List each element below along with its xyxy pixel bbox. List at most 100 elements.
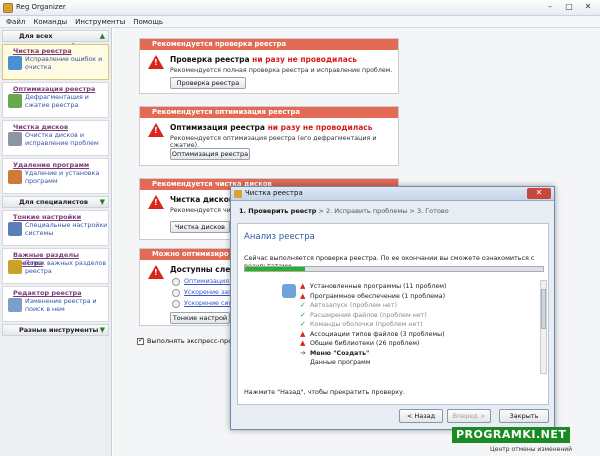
scan-log-item: Данные программ [300, 358, 536, 368]
undo-center-status[interactable]: Центр отмены изменений [490, 446, 572, 453]
card-header: Рекомендуется проверка реестра [140, 39, 398, 50]
sidebar-item-desc: Изменение реестра и поиск в нем [25, 298, 97, 313]
check-icon: ✓ [300, 301, 306, 309]
scan-progress-fill [245, 267, 305, 271]
group-misc-tools[interactable]: Разные инструменты ▼ [2, 324, 109, 336]
menu-commands[interactable]: Команды [33, 16, 67, 27]
blank-icon [300, 359, 307, 366]
window-title: Reg Organizer [16, 3, 66, 11]
card-title-text: Чистка дисков [170, 195, 237, 204]
registry-optimization-button[interactable]: Оптимизация реестра [170, 148, 250, 160]
registry-icon [8, 56, 22, 70]
group-misc-tools-label: Разные инструменты [19, 326, 99, 334]
warning-icon: ! [148, 195, 164, 209]
log-scrollbar[interactable] [540, 280, 547, 374]
back-button[interactable]: < Назад [399, 409, 443, 423]
card-title-red: ни разу не проводилась [252, 55, 358, 64]
sidebar-item-title: Удаление программ [13, 161, 90, 169]
warning-icon: ▲ [300, 339, 306, 347]
dialog-hint: Нажмите "Назад", чтобы прекратить провер… [244, 388, 405, 396]
group-specialists-label: Для специалистов [19, 198, 89, 206]
scan-log-text: Автозапуск (проблем нет) [310, 302, 397, 309]
menu-file[interactable]: Файл [6, 16, 25, 27]
minimize-icon[interactable]: – [542, 2, 558, 13]
warning-icon: ! [148, 265, 164, 279]
sidebar-item-desc: Удаление и установка программ [25, 170, 100, 185]
scan-log-text: Команды оболочки (проблем нет) [310, 321, 423, 328]
check-icon: ✓ [300, 320, 306, 328]
speedup-icon [172, 289, 180, 297]
sidebar-item-uninstall[interactable]: Удаление программ Удаление и установка п… [2, 158, 109, 194]
maximize-icon[interactable]: □ [561, 2, 577, 13]
next-button[interactable]: Вперед > [447, 409, 491, 423]
scan-log-item: ▲ Программное обеспечение (1 проблема) [300, 292, 536, 302]
sidebar-item-title: Редактор реестра [13, 289, 82, 297]
arrow-right-icon: ➔ [300, 348, 306, 357]
sidebar-item-desc: Дефрагментация и сжатие реестра [25, 94, 89, 109]
close-button[interactable]: Закрыть [499, 409, 549, 423]
scan-log-item: ✓ Расширения файлов (проблем нет) [300, 311, 536, 321]
optimize-icon [172, 278, 180, 286]
sidebar-item-registry-optimization[interactable]: Оптимизация реестра Дефрагментация и сжа… [2, 82, 109, 118]
dialog-close-icon[interactable]: ✕ [527, 188, 551, 199]
sidebar-item-title: Тонкие настройки [13, 213, 82, 221]
chevron-down-icon: ▼ [99, 326, 105, 334]
scan-log-text: Установленные программы (11 проблем) [310, 283, 447, 290]
card-title-text: Оптимизация реестра [170, 123, 268, 132]
window-controls: – □ ✕ [542, 2, 596, 13]
uninstall-icon [8, 170, 22, 184]
group-all-users[interactable]: Для всех пользователей ▲ [2, 30, 109, 50]
tweaks-button[interactable]: Тонкие настрой [170, 312, 230, 324]
sidebar-item-important-keys[interactable]: Важные разделы реестра Поиск важных разд… [2, 248, 109, 284]
sidebar-item-tweaks[interactable]: Тонкие настройки Специальные настройки с… [2, 210, 109, 246]
disk-cleanup-button[interactable]: Чистка дисков [170, 221, 230, 233]
scan-log-text: Ассоциации типов файлов (3 проблемы) [310, 330, 445, 338]
card-desc: Рекомендуется чист [170, 207, 238, 214]
menu-help[interactable]: Помощь [133, 16, 163, 27]
remaining-steps: > 2. Исправить проблемы > 3. Готово [316, 207, 449, 215]
sidebar-item-title: Чистка дисков [13, 123, 69, 131]
card-desc: Рекомендуется полная проверка реестра и … [170, 67, 393, 74]
scrollbar-thumb[interactable] [541, 289, 546, 329]
scan-log-item: ✓ Команды оболочки (проблем нет) [300, 320, 536, 330]
express-check-checkbox[interactable] [137, 336, 144, 345]
warning-icon: ▲ [300, 329, 306, 338]
sidebar-item-title: Оптимизация реестра [13, 85, 96, 93]
scan-log-text: Данные программ [310, 359, 371, 366]
sidebar-item-disk-cleanup[interactable]: Чистка дисков Очистка дисков и исправлен… [2, 120, 109, 156]
sidebar-item-registry-cleanup[interactable]: Чистка реестра Исправление ошибок и очис… [2, 44, 109, 80]
scan-log-item: ▲ Общие библиотеки (26 проблем) [300, 339, 536, 349]
tweak-link-3[interactable]: Ускорение сист [184, 300, 236, 307]
close-icon[interactable]: ✕ [580, 2, 596, 13]
disk-icon [8, 132, 22, 146]
tweak-link-2[interactable]: Ускорение загр [184, 289, 235, 296]
card-title-red: ни разу не проводилась [267, 123, 373, 132]
dialog-title: Чистка реестра [245, 189, 303, 197]
scan-log-item: ✓ Автозапуск (проблем нет) [300, 301, 536, 311]
express-check-option[interactable]: Выполнять экспресс-провер [137, 336, 244, 345]
registry-check-button[interactable]: Проверка реестра [170, 77, 246, 89]
card-registry-check: Рекомендуется проверка реестра ! Проверк… [139, 38, 399, 94]
sidebar: Для всех пользователей ▲ Чистка реестра … [0, 28, 112, 456]
dialog-content-panel: Анализ реестра Сейчас выполняется провер… [237, 223, 549, 405]
card-title-text: Проверка реестра [170, 55, 253, 64]
group-specialists[interactable]: Для специалистов ▼ [2, 196, 109, 208]
scan-log: ▲ Установленные программы (11 проблем) ▲ Пр… [300, 282, 536, 372]
scan-log-text: Программное обеспечение (1 проблема) [310, 292, 446, 300]
tweak-link-1[interactable]: Оптимизация И [184, 278, 236, 285]
warning-icon: ▲ [300, 291, 306, 300]
dialog-heading: Анализ реестра [244, 232, 315, 242]
tweaks-icon [8, 222, 22, 236]
scan-log-text: Общие библиотеки (26 проблем) [310, 340, 420, 347]
scan-log-text: Меню "Создать" [310, 349, 370, 357]
defrag-icon [8, 94, 22, 108]
sidebar-item-desc: Поиск важных разделов реестра [25, 260, 107, 275]
sidebar-item-registry-editor[interactable]: Редактор реестра Изменение реестра и пои… [2, 286, 109, 322]
card-title: Проверка реестра ни разу не проводилась [170, 55, 357, 64]
chevron-up-icon: ▲ [99, 32, 105, 40]
wizard-steps: 1. Проверить реестр > 2. Исправить пробл… [239, 207, 449, 215]
menu-tools[interactable]: Инструменты [75, 16, 125, 27]
title-bar: Reg Organizer – □ ✕ [0, 0, 600, 16]
scan-icon [282, 284, 296, 298]
warning-icon: ! [148, 123, 164, 137]
